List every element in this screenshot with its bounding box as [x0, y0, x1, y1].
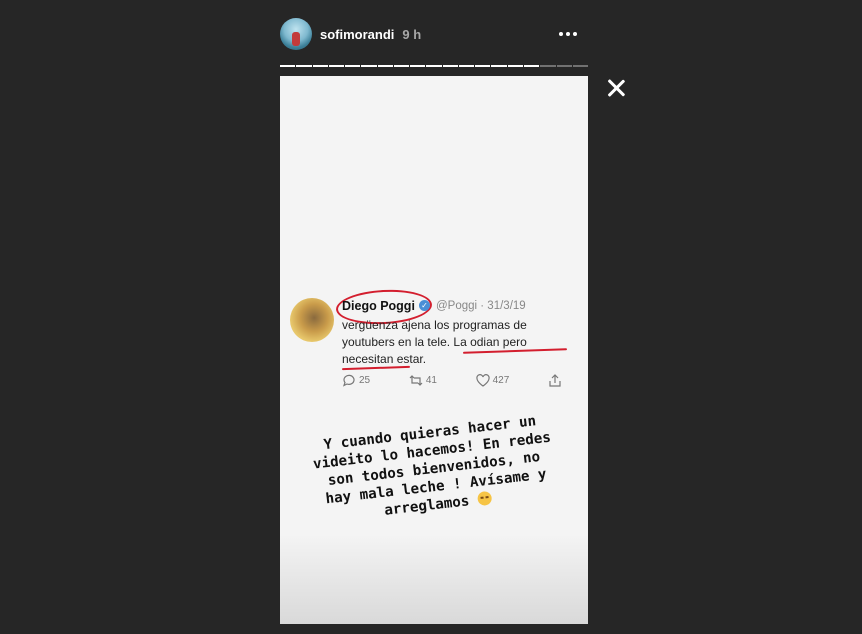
progress-segment: [426, 65, 442, 67]
tweet-author-name: Diego Poggi: [342, 299, 415, 313]
reply-icon: [342, 374, 355, 387]
progress-segment: [556, 65, 572, 67]
reply-action: 25: [342, 372, 370, 388]
story-image: Diego Poggi ✓ @Poggi · 31/3/19 vergüenza…: [280, 76, 588, 624]
tweet-actions: 25 41 427: [342, 372, 562, 388]
progress-segment: [377, 65, 393, 67]
heart-icon: [475, 373, 490, 387]
story-caption: Y cuando quieras hacer un videito lo hac…: [280, 407, 588, 531]
tweet-text-line: vergüenza ajena los programas de: [342, 318, 527, 332]
like-count: 427: [492, 374, 510, 386]
progress-segment: [572, 65, 589, 67]
story-progress-bar: [280, 65, 589, 67]
story-bottom-shade: [280, 534, 588, 624]
progress-segment: [410, 65, 426, 67]
tweet-text: vergüenza ajena los programas de youtube…: [342, 317, 586, 368]
progress-segment: [312, 65, 328, 67]
close-icon[interactable]: [604, 76, 628, 100]
like-action: 427: [475, 372, 510, 388]
tweet-handle-date: @Poggi · 31/3/19: [436, 300, 526, 312]
more-options-icon[interactable]: [556, 24, 580, 44]
verified-icon: ✓: [419, 300, 430, 311]
progress-segment: [540, 65, 556, 67]
progress-segment: [475, 65, 491, 67]
retweet-action: 41: [409, 372, 437, 388]
progress-segment: [280, 65, 296, 67]
progress-segment: [345, 65, 361, 67]
share-icon: [549, 373, 561, 387]
progress-segment: [328, 65, 345, 67]
progress-segment: [393, 65, 410, 67]
username[interactable]: sofimorandi: [320, 27, 394, 42]
tweet-screenshot: Diego Poggi ✓ @Poggi · 31/3/19 vergüenza…: [280, 286, 588, 396]
progress-segment: [296, 65, 312, 67]
progress-segment: [361, 65, 377, 67]
tweet-avatar: [290, 298, 334, 342]
user-avatar[interactable]: [280, 18, 312, 50]
share-action: [548, 372, 562, 388]
retweet-count: 41: [425, 374, 437, 386]
progress-segment: [523, 65, 540, 67]
reply-count: 25: [359, 374, 371, 386]
progress-segment: [442, 65, 458, 67]
retweet-icon: [409, 374, 423, 386]
progress-segment: [491, 65, 507, 67]
smiling-emoji-icon: [476, 490, 493, 507]
progress-segment: [507, 65, 523, 67]
story-header: sofimorandi 9 h: [280, 18, 588, 50]
progress-segment: [458, 65, 475, 67]
post-time: 9 h: [402, 26, 422, 42]
